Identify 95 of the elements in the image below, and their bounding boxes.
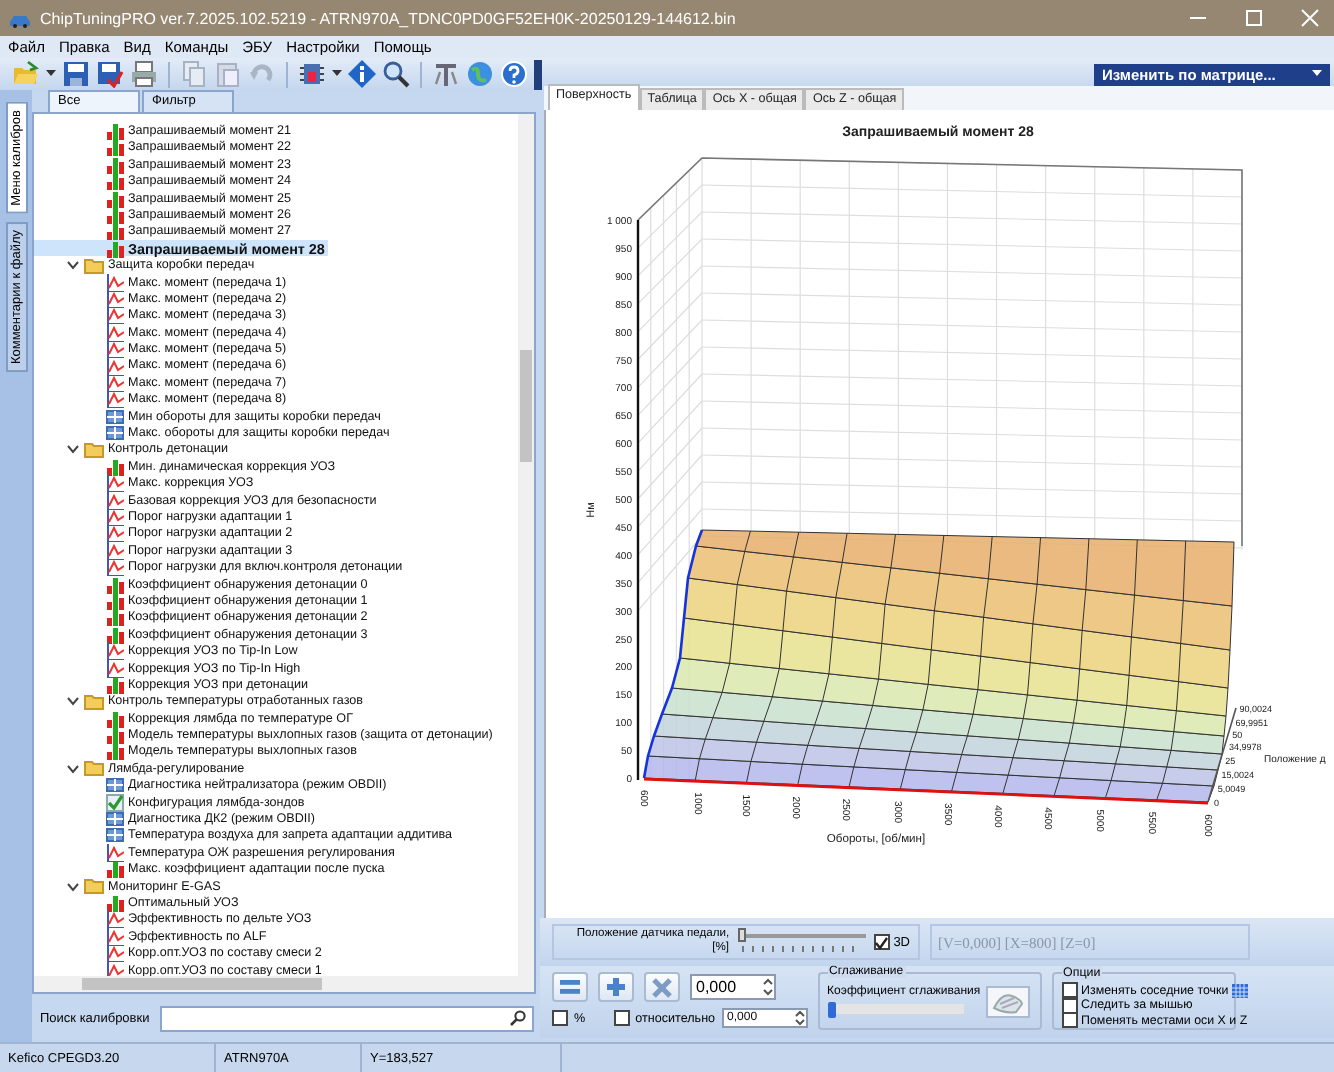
chip-icon[interactable] <box>298 60 326 89</box>
spinner-icon[interactable] <box>793 1010 806 1027</box>
bar-chart-icon <box>106 239 124 258</box>
chevron-icon[interactable] <box>66 761 80 776</box>
folder-icon <box>84 878 104 895</box>
checkmark-icon <box>874 935 889 950</box>
bar-chart-icon <box>106 742 124 761</box>
bar-chart-icon <box>106 709 124 728</box>
line-chart-icon <box>106 340 124 359</box>
line-chart-icon <box>106 541 124 560</box>
bar-chart-icon <box>106 155 124 174</box>
bar-chart-icon <box>106 591 124 610</box>
line-chart-icon <box>106 524 124 543</box>
bar-chart-icon <box>106 205 124 224</box>
multiply-icon <box>650 975 674 1000</box>
value-input[interactable]: 0,000 <box>690 974 776 1001</box>
maximize-icon <box>1244 8 1264 28</box>
checkbox[interactable] <box>613 1010 630 1027</box>
folder-icon <box>84 760 104 777</box>
smoothing-slider[interactable] <box>827 1004 964 1015</box>
line-chart-icon <box>106 390 124 409</box>
plus-button[interactable] <box>598 972 634 1003</box>
line-chart-icon <box>106 474 124 493</box>
folder-icon <box>84 441 104 458</box>
table-icon <box>106 776 124 795</box>
chevron-icon[interactable] <box>66 258 80 273</box>
line-chart-icon <box>106 357 124 375</box>
bar-chart-icon <box>106 608 124 627</box>
horizontal-scrollbar[interactable] <box>34 976 534 993</box>
bar-chart-icon <box>106 675 124 694</box>
info-icon[interactable] <box>348 60 376 89</box>
search-icon <box>510 1010 526 1027</box>
line-chart-icon <box>106 373 124 392</box>
line-chart-icon <box>106 910 124 929</box>
checkbox[interactable] <box>552 1010 568 1027</box>
table-icon <box>106 826 124 845</box>
bar-chart-icon <box>106 122 124 141</box>
globe-icon[interactable] <box>466 60 494 89</box>
bar-chart-icon <box>106 222 124 241</box>
line-chart-icon <box>106 508 124 527</box>
caret-icon[interactable] <box>332 70 342 79</box>
caret-icon[interactable] <box>46 70 56 79</box>
bar-chart-icon <box>106 625 124 644</box>
line-chart-icon <box>106 558 124 577</box>
window-title: ChipTuningPRO ver.7.2025.102.5219 - ATRN970A_TDNC0PD0GF52EH0K-20250129-144612.bin <box>40 9 736 27</box>
line-chart-icon <box>106 642 124 661</box>
table-icon <box>106 810 124 829</box>
close-icon <box>1300 8 1320 28</box>
line-chart-icon <box>106 273 124 292</box>
table-icon <box>106 424 124 443</box>
equals-button[interactable] <box>552 972 588 1003</box>
bar-chart-icon <box>106 860 124 879</box>
printer-icon[interactable] <box>130 60 158 89</box>
pedal-slider[interactable] <box>737 928 866 957</box>
line-chart-icon <box>106 843 124 862</box>
line-chart-icon <box>106 323 124 342</box>
input-value: 0,000 <box>696 978 737 997</box>
bar-chart-icon <box>106 457 124 476</box>
checkbox[interactable] <box>1061 1012 1078 1029</box>
line-chart-icon <box>106 927 124 946</box>
overflow-handle-icon[interactable] <box>534 59 542 90</box>
folder-icon[interactable] <box>12 60 40 89</box>
tools-icon[interactable] <box>432 60 460 89</box>
line-chart-icon <box>106 944 124 963</box>
line-chart-icon <box>106 306 124 325</box>
bar-chart-icon <box>106 189 124 208</box>
caret-icon <box>1312 70 1322 79</box>
bar-chart-icon <box>106 575 124 594</box>
checkmark-icon <box>106 793 124 812</box>
line-chart-icon <box>106 289 124 308</box>
grid-icon[interactable] <box>1232 983 1249 998</box>
equals-icon <box>558 975 582 1000</box>
chevron-icon[interactable] <box>66 879 80 894</box>
table-icon <box>106 407 124 426</box>
checkbox[interactable] <box>873 934 890 951</box>
bar-chart-icon <box>106 138 124 157</box>
search-icon[interactable] <box>382 60 410 89</box>
line-chart-icon <box>106 659 124 678</box>
chevron-icon[interactable] <box>66 442 80 457</box>
chevron-icon[interactable] <box>66 694 80 709</box>
spinner-icon[interactable] <box>762 976 774 999</box>
multiply-button[interactable] <box>644 972 680 1003</box>
save-icon[interactable] <box>96 60 124 89</box>
plus-icon <box>604 975 628 1000</box>
folder-icon <box>84 693 104 710</box>
line-chart-icon <box>106 491 124 510</box>
search-field[interactable] <box>159 1005 534 1032</box>
checkbox[interactable] <box>1061 982 1078 999</box>
bar-chart-icon <box>106 726 124 745</box>
mesh-icon <box>992 990 1025 1015</box>
vertical-scrollbar[interactable] <box>518 114 534 977</box>
help-icon[interactable] <box>500 60 528 89</box>
bar-chart-icon <box>106 894 124 912</box>
save-icon[interactable] <box>62 60 90 89</box>
bar-chart-icon <box>106 172 124 191</box>
